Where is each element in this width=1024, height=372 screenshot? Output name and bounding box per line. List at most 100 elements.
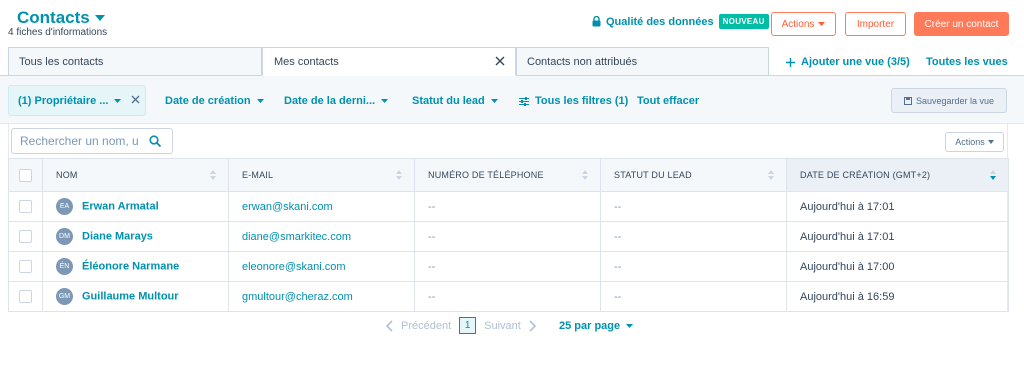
table-actions-button[interactable]: Actions [945, 132, 1004, 152]
search-icon[interactable] [149, 135, 161, 147]
sort-icon[interactable] [210, 170, 216, 180]
lead-status-cell: -- [600, 281, 787, 312]
per-page-select[interactable]: 25 par page [559, 320, 634, 332]
page-title[interactable]: Contacts [17, 8, 105, 28]
caret-down-icon [114, 98, 122, 103]
row-checkbox[interactable] [19, 200, 32, 213]
caret-down-icon [94, 15, 105, 21]
contacts-table: NOM E-MAIL NUMÉRO DE TÉLÉPHONE STATUT DU… [8, 158, 1009, 312]
column-header-label: E-MAIL [242, 170, 274, 180]
name-cell: EA Erwan Armatal [42, 191, 229, 222]
caret-down-icon [987, 140, 994, 144]
tab-my-contacts[interactable]: Mes contacts [262, 47, 516, 76]
next-page-button[interactable]: Suivant [484, 320, 521, 332]
name-cell: ÉN Éléonore Narmane [42, 251, 229, 282]
table-row[interactable]: GM Guillaume Multour gmultour@cheraz.com … [8, 281, 1009, 312]
caret-down-icon [626, 324, 634, 328]
column-header-label: DATE DE CRÉATION (GMT+2) [800, 170, 931, 180]
row-select-cell [8, 251, 43, 282]
lead-status-value: -- [614, 230, 622, 243]
email-cell: diane@smarkitec.com [228, 221, 415, 252]
avatar: EA [56, 198, 73, 215]
add-view-button[interactable]: Ajouter une vue (3/5) [786, 56, 910, 68]
row-select-cell [8, 221, 43, 252]
row-checkbox[interactable] [19, 260, 32, 273]
chevron-right-icon [529, 319, 537, 332]
column-header-phone[interactable]: NUMÉRO DE TÉLÉPHONE [414, 158, 601, 192]
column-header-label: STATUT DU LEAD [614, 170, 692, 180]
table-row[interactable]: ÉN Éléonore Narmane eleonore@skani.com --… [8, 251, 1009, 282]
phone-cell: -- [414, 191, 601, 222]
row-checkbox[interactable] [19, 230, 32, 243]
phone-value: -- [428, 290, 436, 303]
table-row[interactable]: EA Erwan Armatal erwan@skani.com -- -- Au… [8, 191, 1009, 222]
row-checkbox[interactable] [19, 290, 32, 303]
chevron-left-icon [385, 319, 393, 332]
phone-cell: -- [414, 221, 601, 252]
actions-label: Actions [781, 18, 815, 30]
last-activity-filter[interactable]: Date de la derni... [284, 95, 389, 107]
clear-all-link[interactable]: Tout effacer [637, 95, 699, 107]
tab-unassigned-contacts[interactable]: Contacts non attribués [516, 47, 769, 76]
email-link[interactable]: gmultour@cheraz.com [242, 291, 353, 303]
phone-cell: -- [414, 281, 601, 312]
contact-name-link[interactable]: Erwan Armatal [82, 200, 159, 212]
all-views-link[interactable]: Toutes les vues [926, 56, 1008, 68]
import-button[interactable]: Importer [845, 12, 906, 36]
lead-status-value: -- [614, 200, 622, 213]
created-date-filter[interactable]: Date de création [165, 95, 264, 107]
all-filters-button[interactable]: Tous les filtres (1) [519, 95, 628, 107]
clear-filter-icon[interactable] [131, 95, 140, 104]
email-link[interactable]: diane@smarkitec.com [242, 231, 351, 243]
current-page[interactable]: 1 [459, 317, 477, 334]
email-cell: eleonore@skani.com [228, 251, 415, 282]
sort-icon[interactable] [396, 170, 402, 180]
filter-label: Tous les filtres (1) [535, 95, 629, 107]
lead-status-filter[interactable]: Statut du lead [412, 95, 498, 107]
create-contact-button[interactable]: Créer un contact [914, 12, 1009, 36]
filter-bar [0, 76, 1024, 124]
column-header-email[interactable]: E-MAIL [228, 158, 415, 192]
data-quality-link[interactable]: Qualité des données NOUVEAU [592, 14, 769, 29]
filter-label: Date de création [165, 95, 251, 107]
created-date-value: Aujourd'hui à 17:01 [800, 200, 895, 213]
tab-all-contacts[interactable]: Tous les contacts [8, 47, 262, 76]
created-date-cell: Aujourd'hui à 17:00 [786, 251, 1009, 282]
email-cell: erwan@skani.com [228, 191, 415, 222]
previous-page-button[interactable]: Précédent [401, 320, 451, 332]
column-header-lead-status[interactable]: STATUT DU LEAD [600, 158, 787, 192]
sort-icon[interactable] [768, 170, 774, 180]
column-header-created-date[interactable]: DATE DE CRÉATION (GMT+2) [786, 158, 1009, 192]
column-header-label: NOM [56, 170, 78, 180]
column-header-label: NUMÉRO DE TÉLÉPHONE [428, 170, 544, 180]
owner-filter[interactable]: (1) Propriétaire ... [8, 85, 146, 116]
add-view-label: Ajouter une vue (3/5) [801, 56, 910, 68]
created-date-value: Aujourd'hui à 17:00 [800, 260, 895, 273]
tab-label: Contacts non attribués [527, 55, 638, 68]
name-cell: DM Diane Marays [42, 221, 229, 252]
close-icon[interactable] [495, 56, 505, 66]
save-icon [903, 96, 912, 105]
column-header-name[interactable]: NOM [42, 158, 229, 192]
avatar: GM [56, 288, 73, 305]
lead-status-cell: -- [600, 251, 787, 282]
created-date-cell: Aujourd'hui à 17:01 [786, 221, 1009, 252]
save-view-button[interactable]: Sauvegarder la vue [891, 88, 1007, 113]
table-row[interactable]: DM Diane Marays diane@smarkitec.com -- --… [8, 221, 1009, 252]
lead-status-value: -- [614, 290, 622, 303]
phone-value: -- [428, 200, 436, 213]
contact-name-link[interactable]: Diane Marays [82, 230, 153, 242]
contact-name-link[interactable]: Éléonore Narmane [82, 260, 179, 272]
lock-icon [592, 16, 601, 27]
sort-icon[interactable] [582, 170, 588, 180]
actions-button[interactable]: Actions [771, 12, 836, 36]
contact-name-link[interactable]: Guillaume Multour [82, 290, 179, 302]
email-link[interactable]: eleonore@skani.com [242, 261, 346, 273]
sort-desc-icon[interactable] [990, 170, 996, 180]
select-all-cell [8, 158, 43, 192]
record-count: 4 fiches d'informations [8, 27, 108, 38]
created-date-value: Aujourd'hui à 16:59 [800, 290, 895, 303]
search-input[interactable] [20, 134, 150, 148]
select-all-checkbox[interactable] [19, 168, 32, 182]
email-link[interactable]: erwan@skani.com [242, 201, 333, 213]
